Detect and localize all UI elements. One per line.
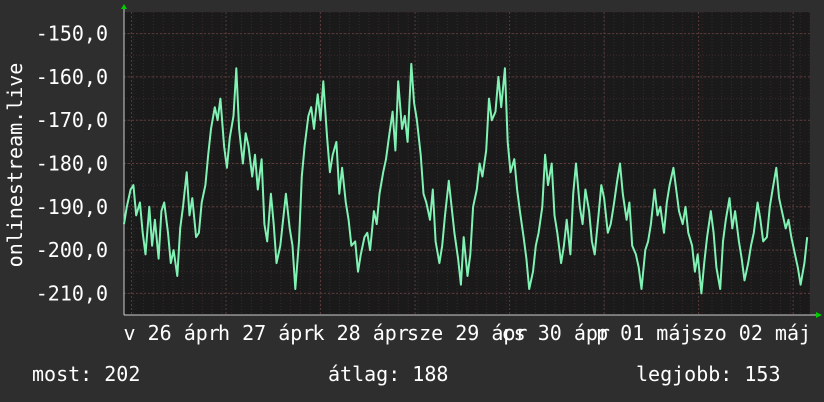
- chart: -150,0 -160,0 -170,0 -180,0 -190,0 -200,0 -210…: [3, 4, 822, 345]
- y-axis-label: onlinestream.live: [3, 63, 27, 268]
- x-tick-label: h 27 ápr: [218, 321, 314, 345]
- y-tick-label: -160,0: [36, 65, 108, 89]
- y-tick-label: -150,0: [36, 22, 108, 46]
- x-tick-labels: v 26 áprh 27 áprk 28 áprsze 29 áprcs 30 …: [123, 321, 811, 345]
- x-tick-label: p 01 máj: [596, 321, 692, 345]
- y-tick-label: -190,0: [36, 195, 108, 219]
- x-tick-label: k 28 ápr: [313, 321, 409, 345]
- stat-average: átlag: 188: [328, 362, 449, 386]
- y-tick-label: -170,0: [36, 108, 108, 132]
- y-tick-label: -210,0: [36, 281, 108, 305]
- y-tick-labels: -150,0 -160,0 -170,0 -180,0 -190,0 -200,0 -210…: [36, 22, 108, 306]
- stat-current: most: 202: [32, 362, 141, 386]
- y-tick-label: -180,0: [36, 152, 108, 176]
- x-tick-label: cs 30 ápr: [502, 321, 610, 345]
- y-axis-arrow: [121, 4, 127, 9]
- y-tick-label: -200,0: [36, 238, 108, 262]
- x-tick-label: szo 02 máj: [691, 321, 811, 345]
- x-axis-arrow: [816, 312, 822, 318]
- stat-best: legjobb: 153: [636, 362, 781, 386]
- x-tick-label: v 26 ápr: [123, 321, 219, 345]
